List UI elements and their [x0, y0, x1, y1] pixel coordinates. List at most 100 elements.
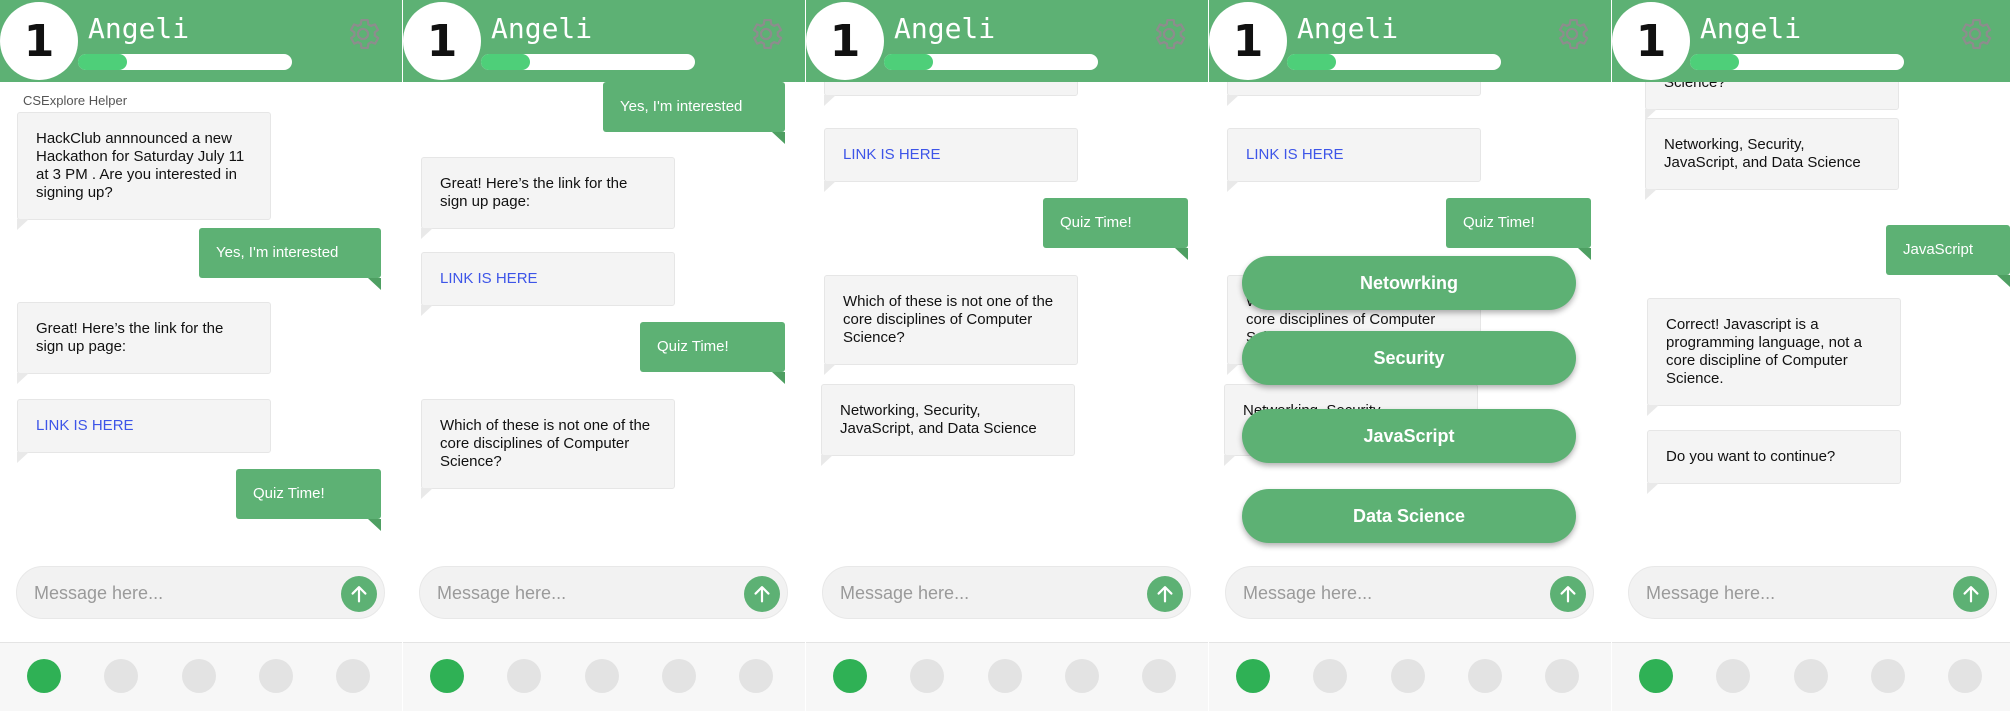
bot-message-question: Which of these is not one of the core di…	[1645, 82, 1899, 120]
page-dot-3[interactable]	[585, 659, 619, 693]
send-button[interactable]	[1550, 576, 1586, 612]
message-input[interactable]: Message here...	[419, 566, 788, 619]
page-dot-2[interactable]	[507, 659, 541, 693]
chat-screen-2: 1 Angeli Yes, I'm interested Great! Here…	[403, 0, 805, 711]
user-message-answer: JavaScript	[1886, 225, 2010, 287]
page-dot-2[interactable]	[910, 659, 944, 693]
sender-label: CSExplore Helper	[23, 93, 128, 108]
page-dot-4[interactable]	[259, 659, 293, 693]
xp-progress-fill	[884, 54, 934, 70]
bot-message-correct: Correct! Javascript is a programming lan…	[1647, 298, 1901, 416]
user-message-quiz-time: Quiz Time!	[236, 469, 381, 531]
chat-area[interactable]: Which of these is not one of the core di…	[1612, 82, 2010, 552]
page-dot-5[interactable]	[739, 659, 773, 693]
chat-screen-4: 1 Angeli Great! Here’s the link for the …	[1209, 0, 1611, 711]
send-button[interactable]	[341, 576, 377, 612]
gear-icon[interactable]	[344, 15, 382, 53]
chat-area[interactable]: CSExplore Helper HackClub annnounced a n…	[0, 82, 402, 552]
top-bar: 1 Angeli	[806, 0, 1208, 82]
page-dot-4[interactable]	[1065, 659, 1099, 693]
message-placeholder: Message here...	[1243, 583, 1373, 603]
page-dot-1[interactable]	[430, 659, 464, 693]
pagination-dots	[1612, 642, 2010, 711]
level-badge: 1	[1209, 2, 1287, 80]
xp-progress-fill	[1690, 54, 1740, 70]
bot-message-options: Networking, Security, JavaScript, and Da…	[821, 384, 1075, 466]
page-dot-2[interactable]	[1716, 659, 1750, 693]
user-name: Angeli	[894, 12, 996, 45]
top-bar: 1 Angeli	[1209, 0, 1611, 82]
user-message-quiz-time: Quiz Time!	[1446, 198, 1591, 260]
send-button[interactable]	[1147, 576, 1183, 612]
page-dot-1[interactable]	[1236, 659, 1270, 693]
page-dot-1[interactable]	[833, 659, 867, 693]
chat-screen-5: 1 Angeli Which of these is not one of th…	[1612, 0, 2010, 711]
option-button-security[interactable]: Security	[1242, 331, 1576, 385]
gear-icon[interactable]	[1553, 15, 1591, 53]
bot-message-link-intro: Great! Here’s the link for the sign up p…	[824, 82, 1078, 106]
level-badge: 1	[806, 2, 884, 80]
level-badge: 1	[403, 2, 481, 80]
message-input[interactable]: Message here...	[822, 566, 1191, 619]
signup-link[interactable]: LINK IS HERE	[421, 252, 675, 316]
page-dot-3[interactable]	[988, 659, 1022, 693]
option-button-javascript[interactable]: JavaScript	[1242, 409, 1576, 463]
option-button-data-science[interactable]: Data Science	[1242, 489, 1576, 543]
top-bar: 1 Angeli	[0, 0, 402, 82]
pagination-dots	[403, 642, 805, 711]
bot-message-continue: Do you want to continue?	[1647, 430, 1901, 494]
page-dot-4[interactable]	[662, 659, 696, 693]
top-bar: 1 Angeli	[1612, 0, 2010, 82]
page-dot-1[interactable]	[1639, 659, 1673, 693]
message-input[interactable]: Message here...	[1628, 566, 1997, 619]
gear-icon[interactable]	[1956, 15, 1994, 53]
user-name: Angeli	[491, 12, 593, 45]
pagination-dots	[0, 642, 402, 711]
user-message-quiz-time: Quiz Time!	[1043, 198, 1188, 260]
page-dot-5[interactable]	[1142, 659, 1176, 693]
page-dot-3[interactable]	[1794, 659, 1828, 693]
page-dot-1[interactable]	[27, 659, 61, 693]
message-placeholder: Message here...	[1646, 583, 1776, 603]
bot-message-question: Which of these is not one of the core di…	[421, 399, 675, 499]
bot-message-question: Which of these is not one of the core di…	[824, 275, 1078, 375]
message-input[interactable]: Message here...	[16, 566, 385, 619]
user-name: Angeli	[1700, 12, 1802, 45]
message-placeholder: Message here...	[840, 583, 970, 603]
xp-progress-bar	[884, 54, 1098, 70]
level-badge: 1	[1612, 2, 1690, 80]
page-dot-4[interactable]	[1871, 659, 1905, 693]
arrow-up-icon	[351, 586, 367, 603]
xp-progress-fill	[78, 54, 128, 70]
gear-icon[interactable]	[747, 15, 785, 53]
chat-area[interactable]: Great! Here’s the link for the sign up p…	[806, 82, 1208, 552]
level-badge: 1	[0, 2, 78, 80]
page-dot-4[interactable]	[1468, 659, 1502, 693]
signup-link[interactable]: LINK IS HERE	[17, 399, 271, 463]
page-dot-5[interactable]	[336, 659, 370, 693]
page-dot-2[interactable]	[104, 659, 138, 693]
bot-message-link-intro: Great! Here’s the link for the sign up p…	[421, 157, 675, 239]
xp-progress-bar	[481, 54, 695, 70]
option-button-networking[interactable]: Netowrking	[1242, 256, 1576, 310]
send-button[interactable]	[744, 576, 780, 612]
signup-link[interactable]: LINK IS HERE	[1227, 128, 1481, 192]
signup-link[interactable]: LINK IS HERE	[824, 128, 1078, 192]
arrow-up-icon	[1560, 586, 1576, 603]
chat-area[interactable]: Yes, I'm interested Great! Here’s the li…	[403, 82, 805, 552]
pagination-dots	[806, 642, 1208, 711]
page-dot-3[interactable]	[182, 659, 216, 693]
page-dot-2[interactable]	[1313, 659, 1347, 693]
message-placeholder: Message here...	[437, 583, 567, 603]
page-dot-5[interactable]	[1948, 659, 1982, 693]
user-message-quiz-time: Quiz Time!	[640, 322, 785, 384]
chat-area[interactable]: Great! Here’s the link for the sign up p…	[1209, 82, 1611, 552]
send-button[interactable]	[1953, 576, 1989, 612]
page-dot-5[interactable]	[1545, 659, 1579, 693]
bot-message-announcement: HackClub annnounced a new Hackathon for …	[17, 112, 271, 230]
page-dot-3[interactable]	[1391, 659, 1425, 693]
bot-message-link-intro: Great! Here’s the link for the sign up p…	[1227, 82, 1481, 106]
gear-icon[interactable]	[1150, 15, 1188, 53]
user-message-interested: Yes, I'm interested	[603, 82, 785, 144]
message-input[interactable]: Message here...	[1225, 566, 1594, 619]
